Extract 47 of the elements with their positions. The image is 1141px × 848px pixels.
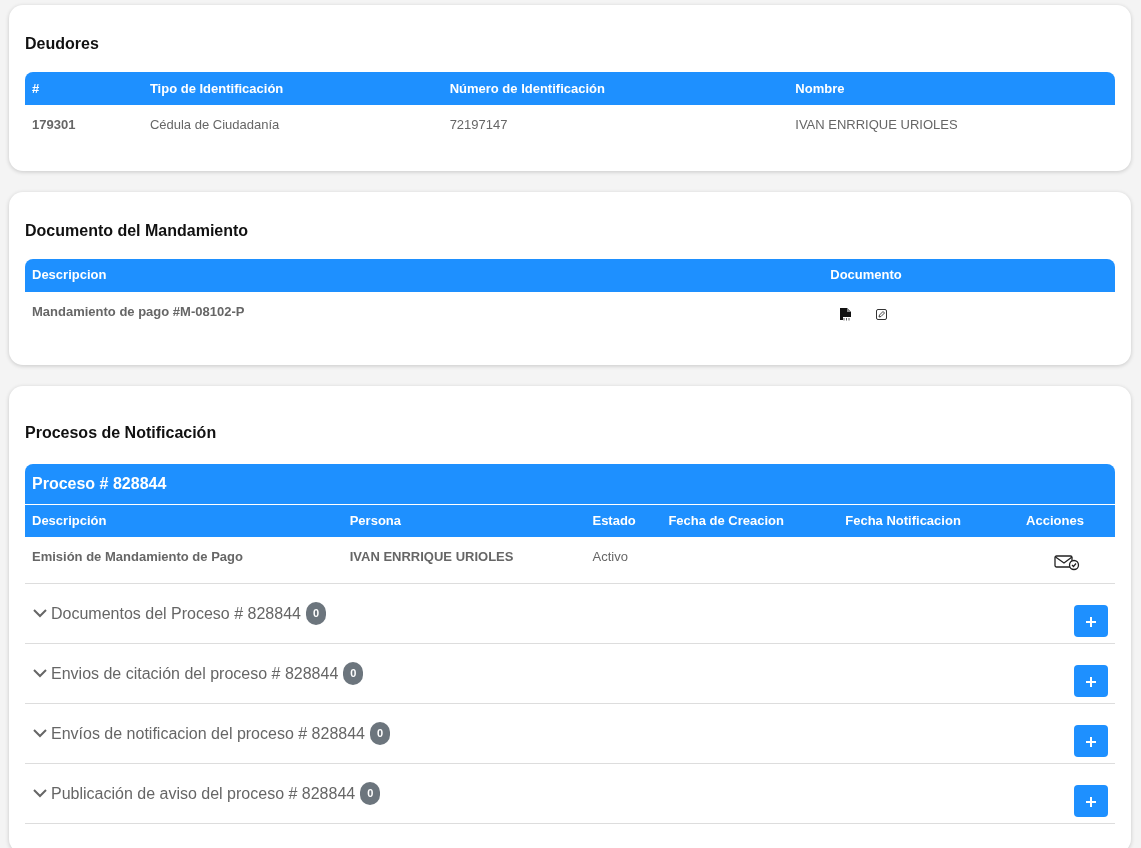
count-badge: 0 [370,722,391,745]
column-header: Estado [592,513,636,529]
section-title: Deudores [25,34,99,54]
count-badge: 0 [305,602,327,625]
column-header: # [32,80,40,96]
chevron-down-icon[interactable] [33,789,47,798]
envelope-check-icon[interactable] [1054,552,1081,571]
column-header: Acciones [1026,513,1084,529]
plus-icon [1085,616,1097,629]
plus-icon [1085,736,1097,749]
section-title: Documento del Mandamiento [25,220,249,241]
column-header: Fecha Notificacion [845,513,961,529]
table-cell: 72197147 [449,117,508,132]
table-cell: Mandamiento de pago #M-08102-P [32,303,245,319]
table-cell: IVAN ENRRIQUE URIOLES [349,549,514,564]
add-button[interactable] [1074,724,1108,757]
chevron-down-icon[interactable] [33,609,47,618]
column-header: Persona [349,513,401,529]
section-toggle[interactable]: Envios de citación del proceso # 828844 [51,661,339,686]
plus-icon [1085,676,1097,689]
section-toggle[interactable]: Publicación de aviso del proceso # 828844 [51,781,356,806]
plus-icon [1085,796,1097,809]
pdf-file-icon[interactable] [839,307,853,321]
chevron-down-icon[interactable] [33,729,47,738]
table-cell: 179301 [32,117,76,132]
table-cell: Activo [592,549,628,564]
process-header: Proceso # 828844 [25,464,1115,504]
add-button[interactable] [1074,604,1108,637]
section-toggle[interactable]: Documentos del Proceso # 828844 [51,601,301,626]
count-badge: 0 [360,782,381,805]
table-cell: IVAN ENRRIQUE URIOLES [795,117,958,132]
column-header: Documento [830,267,902,283]
add-button[interactable] [1074,664,1108,697]
count-badge: 0 [343,662,364,685]
chevron-down-icon[interactable] [33,669,47,678]
column-header: Descripcion [32,267,107,283]
column-header: Número de Identificación [449,80,605,96]
section-toggle[interactable]: Envíos de notificacion del proceso # 828844 [51,721,365,746]
section-title: Procesos de Notificación [25,423,217,443]
column-header: Tipo de Identificación [149,80,284,96]
column-header: Fecha de Creacion [668,513,784,529]
add-button[interactable] [1074,784,1108,817]
column-header: Descripción [32,513,107,529]
table-cell: Emisión de Mandamiento de Pago [32,549,243,564]
edit-icon[interactable] [876,308,888,320]
table-cell: Cédula de Ciudadanía [149,117,280,132]
column-header: Nombre [795,80,845,96]
